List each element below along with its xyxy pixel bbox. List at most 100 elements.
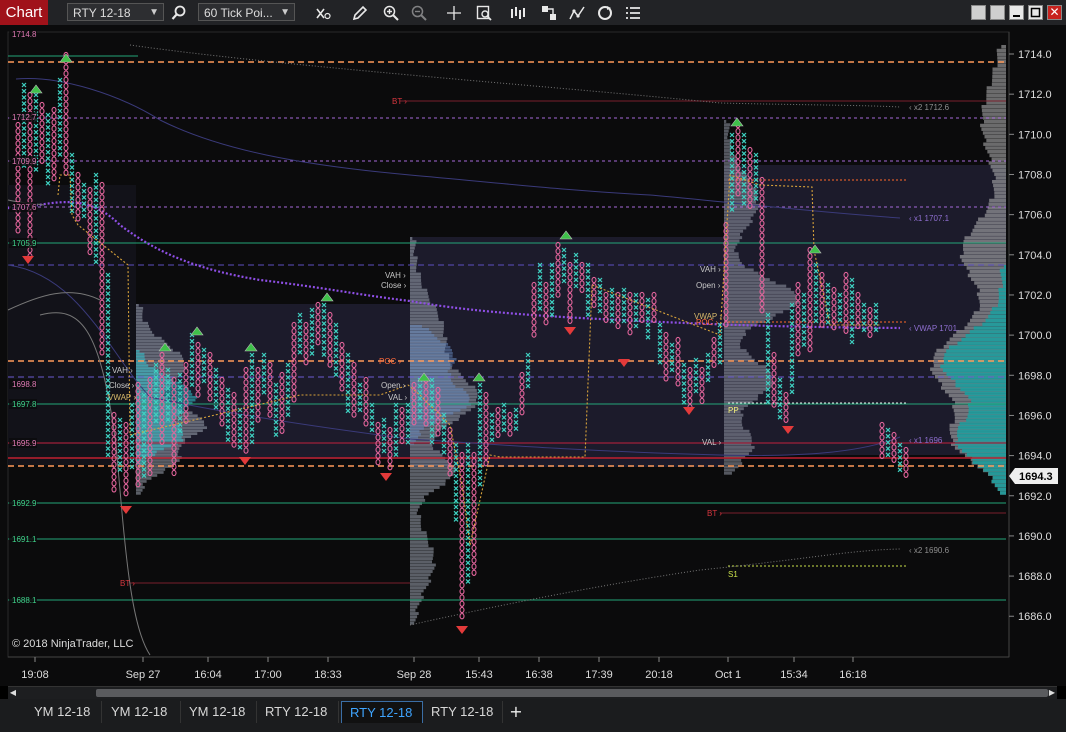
- level-price-label: 1688.1: [12, 596, 37, 605]
- time-tick-label: 17:00: [254, 669, 282, 681]
- bt-label: BT ›: [120, 579, 135, 588]
- bt-label: BT ›: [392, 97, 407, 106]
- instrument-selector[interactable]: RTY 12-18 ▼: [67, 3, 164, 21]
- level-price-label: 1695.9: [12, 439, 37, 448]
- chart-panel[interactable]: 1714.8 1712.7 1709.9 1707.6 1705.9 1698.8 1697…: [0, 25, 1066, 686]
- price-tick-label: 1714.0: [1018, 49, 1052, 61]
- price-tick-label: 1712.0: [1018, 89, 1052, 101]
- level-price-label: 1714.8: [12, 30, 37, 39]
- restore-button[interactable]: [990, 5, 1005, 20]
- add-tab-button[interactable]: +: [506, 701, 526, 723]
- search-icon[interactable]: [168, 2, 190, 24]
- time-tick-label: 16:18: [839, 669, 867, 681]
- interval-selector[interactable]: 60 Tick Poi... ▼: [198, 3, 295, 21]
- tab-ym-3[interactable]: YM 12-18: [181, 701, 257, 723]
- close-label: Close ›: [109, 381, 135, 390]
- tab-rty-3[interactable]: RTY 12-18: [423, 701, 503, 723]
- poc-label: POC ›: [379, 357, 402, 366]
- open-label: Open ›: [696, 281, 721, 290]
- properties-icon[interactable]: [622, 2, 644, 24]
- val-label: VAL ›: [388, 393, 407, 402]
- last-price-marker: 1694.3: [1009, 468, 1058, 484]
- time-tick-label: Sep 28: [397, 669, 432, 681]
- maximize-button[interactable]: [1028, 5, 1043, 20]
- level-price-label: 1709.9: [12, 157, 37, 166]
- last-price-value: 1694.3: [1019, 471, 1053, 483]
- price-tick-label: 1690.0: [1018, 531, 1052, 543]
- open-label: Open ›: [381, 381, 406, 390]
- price-tick-label: 1710.0: [1018, 129, 1052, 141]
- zoom-out-icon[interactable]: [408, 2, 430, 24]
- chart-window-title: Chart: [0, 0, 48, 25]
- minimize-all-button[interactable]: [971, 5, 986, 20]
- time-tick-label: 15:34: [780, 669, 808, 681]
- x2-upper-label: ‹ x2 1712.6: [909, 103, 950, 112]
- chart-tab-bar: YM 12-18 YM 12-18 YM 12-18 RTY 12-18 RTY…: [0, 699, 1066, 732]
- chevron-down-icon: ▼: [149, 7, 159, 18]
- data-series-icon[interactable]: [312, 2, 334, 24]
- time-tick-label: 17:39: [585, 669, 613, 681]
- x2-lower-label: ‹ x2 1690.6: [909, 546, 950, 555]
- vah-label: VAH ›: [385, 271, 406, 280]
- level-price-label: 1705.9: [12, 239, 37, 248]
- pp-label: PP: [728, 406, 739, 415]
- time-tick-label: Sep 27: [126, 669, 161, 681]
- session-value-area-sep28: [410, 237, 724, 467]
- indicators-icon[interactable]: [566, 2, 588, 24]
- horizontal-scrollbar[interactable]: ◀ ▶: [8, 686, 1057, 699]
- scroll-left-icon[interactable]: ◀: [8, 687, 18, 699]
- bt-label: BT ›: [707, 509, 722, 518]
- tab-ym-1[interactable]: YM 12-18: [26, 701, 102, 723]
- session-value-area-prior: [8, 185, 136, 465]
- refresh-icon[interactable]: [594, 2, 616, 24]
- price-tick-label: 1694.0: [1018, 451, 1052, 463]
- time-tick-label: 15:43: [465, 669, 493, 681]
- time-tick-label: Oct 1: [715, 669, 741, 681]
- tab-ym-2[interactable]: YM 12-18: [103, 701, 181, 723]
- time-tick-label: 18:33: [314, 669, 342, 681]
- vah-label: VAH ›: [112, 366, 133, 375]
- bar-spacing-icon[interactable]: [507, 2, 529, 24]
- vwap-label: VWAP ›: [108, 393, 136, 402]
- price-tick-label: 1692.0: [1018, 491, 1052, 503]
- scroll-thumb[interactable]: [96, 689, 1048, 697]
- close-label: Close ›: [381, 281, 407, 290]
- zoom-in-icon[interactable]: [380, 2, 402, 24]
- close-button[interactable]: ✕: [1047, 5, 1062, 20]
- price-tick-label: 1702.0: [1018, 290, 1052, 302]
- poc-label: POC ›: [696, 318, 719, 327]
- x1-lower-label: ‹ x1 1696: [909, 436, 943, 445]
- price-tick-label: 1706.0: [1018, 210, 1052, 222]
- price-tick-label: 1696.0: [1018, 410, 1052, 422]
- tab-rty-1[interactable]: RTY 12-18: [257, 701, 339, 723]
- price-tick-label: 1688.0: [1018, 571, 1052, 583]
- chart-toolbar: Chart RTY 12-18 ▼ 60 Tick Poi... ▼ ✕: [0, 0, 1066, 26]
- crosshair-icon[interactable]: [443, 2, 465, 24]
- price-tick-label: 1708.0: [1018, 169, 1052, 181]
- instrument-value: RTY 12-18: [73, 6, 131, 20]
- level-price-label: 1712.7: [12, 113, 37, 122]
- time-tick-label: 16:04: [194, 669, 222, 681]
- price-tick-label: 1686.0: [1018, 611, 1052, 623]
- strategies-icon[interactable]: [538, 2, 560, 24]
- vah-label: VAH ›: [700, 265, 721, 274]
- time-tick-label: 19:08: [21, 669, 49, 681]
- val-label: VAL ›: [702, 438, 721, 447]
- pencil-icon[interactable]: [349, 2, 371, 24]
- interval-value: 60 Tick Poi...: [204, 6, 273, 20]
- scroll-right-icon[interactable]: ▶: [1047, 687, 1057, 699]
- copyright-text: © 2018 NinjaTrader, LLC: [12, 638, 133, 650]
- time-tick-label: 20:18: [645, 669, 673, 681]
- level-price-label: 1698.8: [12, 380, 37, 389]
- price-tick-label: 1698.0: [1018, 370, 1052, 382]
- time-tick-label: 16:38: [525, 669, 553, 681]
- price-tick-label: 1700.0: [1018, 330, 1052, 342]
- level-price-label: 1707.6: [12, 203, 37, 212]
- level-price-label: 1697.8: [12, 400, 37, 409]
- level-price-label: 1691.1: [12, 535, 37, 544]
- data-box-icon[interactable]: [473, 2, 495, 24]
- minimize-button[interactable]: [1009, 5, 1024, 20]
- tab-rty-active[interactable]: RTY 12-18: [341, 701, 423, 723]
- s1-label: S1: [728, 570, 738, 579]
- price-tick-label: 1704.0: [1018, 250, 1052, 262]
